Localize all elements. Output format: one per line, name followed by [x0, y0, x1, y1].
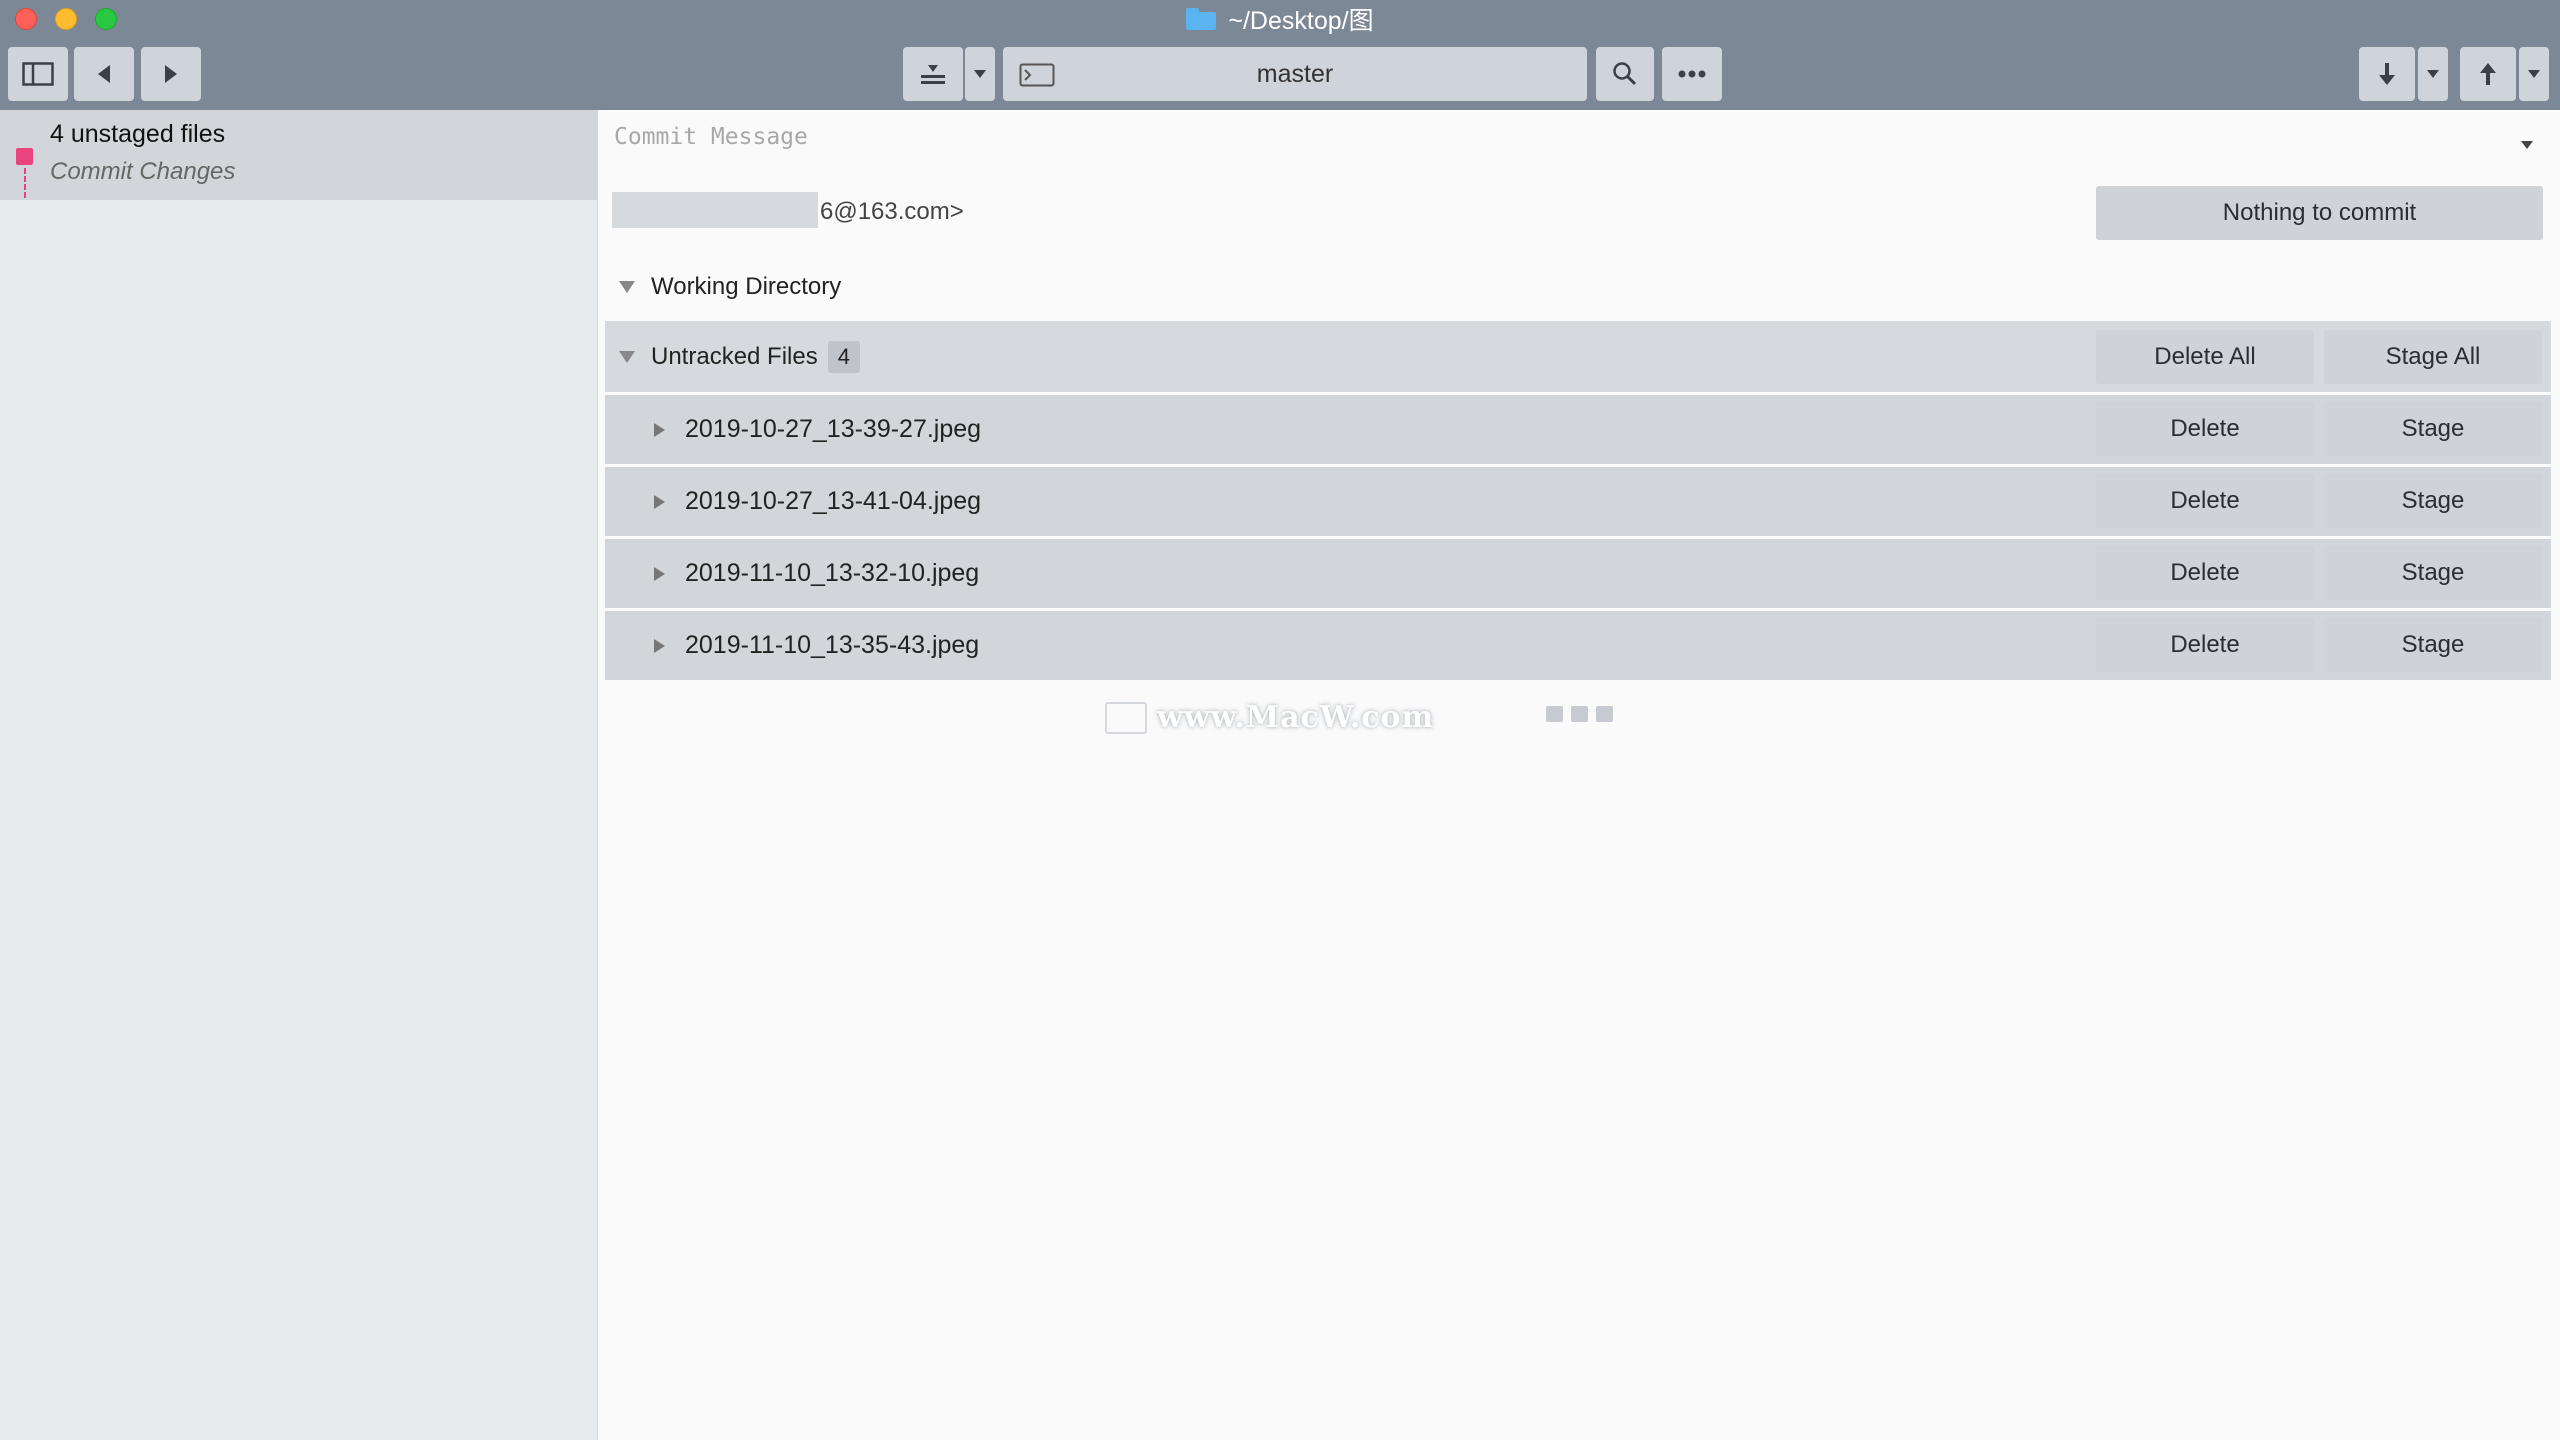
commit-node-marker	[16, 148, 33, 165]
delete-file-button[interactable]: Delete	[2096, 402, 2314, 456]
watermark: www.MacW.com	[1105, 700, 1434, 735]
stash-button[interactable]	[903, 47, 963, 101]
graph-line	[24, 168, 26, 198]
loading-indicator	[1546, 706, 1613, 722]
window-title: ~/Desktop/图	[0, 0, 2560, 38]
delete-all-button[interactable]: Delete All	[2096, 330, 2314, 384]
sidebar-item-unstaged[interactable]: 4 unstaged files Commit Changes	[0, 110, 598, 200]
search-icon	[1613, 62, 1637, 86]
stage-all-button[interactable]: Stage All	[2324, 330, 2542, 384]
commit-button[interactable]: Nothing to commit	[2096, 186, 2543, 240]
untracked-count-badge: 4	[827, 340, 860, 373]
forward-button[interactable]	[141, 47, 201, 101]
watermark-text: www.MacW.com	[1157, 700, 1435, 735]
delete-file-button[interactable]: Delete	[2096, 474, 2314, 528]
commit-message-input[interactable]: Commit Message	[614, 124, 808, 150]
file-name: 2019-10-27_13-41-04.jpeg	[685, 487, 982, 515]
sidebar-icon	[22, 62, 54, 86]
branch-name: master	[1256, 59, 1334, 88]
back-button[interactable]	[74, 47, 134, 101]
untracked-files-label: Untracked Files	[651, 342, 818, 370]
delete-file-button[interactable]: Delete	[2096, 618, 2314, 672]
chevron-down-icon	[2528, 70, 2540, 78]
loading-dot	[1571, 706, 1588, 722]
stage-file-button[interactable]: Stage	[2324, 402, 2542, 456]
expand-triangle-icon[interactable]	[654, 495, 665, 509]
disclosure-triangle-icon	[619, 281, 635, 293]
back-icon	[98, 65, 110, 83]
sidebar: 4 unstaged files Commit Changes	[0, 110, 598, 1440]
more-icon	[1678, 70, 1706, 78]
chevron-down-icon	[974, 70, 986, 78]
file-name: 2019-11-10_13-35-43.jpeg	[685, 631, 980, 659]
disclosure-triangle-icon	[619, 350, 635, 363]
loading-dot	[1596, 706, 1613, 722]
chevron-down-icon[interactable]	[2520, 140, 2534, 150]
window-title-text: ~/Desktop/图	[1228, 7, 1374, 35]
author-name-redacted	[612, 192, 818, 228]
untracked-files-title: Untracked Files 4	[605, 321, 860, 392]
stage-file-button[interactable]: Stage	[2324, 474, 2542, 528]
branch-selector[interactable]: master	[1003, 47, 1587, 101]
push-button[interactable]	[2460, 47, 2516, 101]
expand-triangle-icon[interactable]	[654, 423, 665, 437]
search-button[interactable]	[1596, 47, 1654, 101]
expand-triangle-icon[interactable]	[654, 567, 665, 581]
expand-triangle-icon[interactable]	[654, 639, 665, 653]
pull-menu-button[interactable]	[2418, 47, 2448, 101]
file-name: 2019-10-27_13-39-27.jpeg	[685, 415, 982, 443]
toolbar: ~/Desktop/图 master	[0, 0, 2560, 110]
stage-file-button[interactable]: Stage	[2324, 618, 2542, 672]
working-directory-label: Working Directory	[651, 273, 842, 300]
file-name: 2019-11-10_13-32-10.jpeg	[685, 559, 980, 587]
author-email[interactable]: 6@163.com>	[820, 198, 964, 226]
push-menu-button[interactable]	[2519, 47, 2549, 101]
forward-icon	[165, 65, 177, 83]
working-directory-header[interactable]: Working Directory	[605, 270, 841, 304]
delete-file-button[interactable]: Delete	[2096, 546, 2314, 600]
stash-icon	[921, 65, 945, 84]
stage-file-button[interactable]: Stage	[2324, 546, 2542, 600]
pull-button[interactable]	[2359, 47, 2415, 101]
chevron-down-icon	[2427, 70, 2439, 78]
sidebar-item-subtitle: Commit Changes	[50, 158, 236, 185]
pull-icon	[2379, 63, 2395, 85]
sidebar-toggle-button[interactable]	[8, 47, 68, 101]
folder-icon	[1186, 8, 1217, 30]
more-button[interactable]	[1662, 47, 1722, 101]
push-icon	[2480, 63, 2496, 85]
sidebar-item-title: 4 unstaged files	[50, 120, 226, 148]
stash-menu-button[interactable]	[965, 47, 995, 101]
loading-dot	[1546, 706, 1563, 722]
watermark-logo-icon	[1105, 701, 1147, 734]
